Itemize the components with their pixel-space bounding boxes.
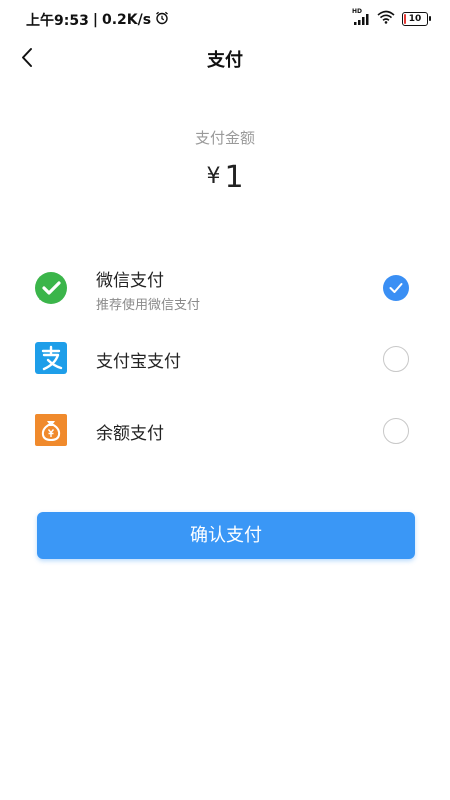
battery-level: 10 — [408, 13, 422, 24]
balance-wallet-icon — [35, 414, 67, 446]
radio-alipay[interactable] — [383, 346, 409, 372]
wechat-icon — [35, 272, 67, 304]
alarm-icon — [155, 11, 169, 29]
payment-method-wechat[interactable]: 微信支付 推荐使用微信支付 — [0, 256, 450, 320]
wifi-icon — [377, 9, 395, 28]
payment-method-name: 余额支付 — [96, 424, 164, 444]
payment-method-balance[interactable]: 余额支付 — [0, 398, 450, 462]
battery-icon: 10 — [402, 11, 431, 26]
amount-value: 1 — [224, 160, 244, 195]
payment-method-name: 支付宝支付 — [96, 352, 181, 372]
battery-fill — [404, 13, 407, 24]
confirm-payment-button[interactable]: 确认支付 — [37, 512, 415, 559]
amount-label: 支付金额 — [194, 129, 255, 147]
payment-method-name: 微信支付 — [96, 271, 164, 291]
radio-wechat-selected[interactable] — [383, 275, 409, 301]
payment-method-alipay[interactable]: 支付宝支付 — [0, 326, 450, 390]
payment-method-subtitle: 推荐使用微信支付 — [96, 298, 201, 313]
amount-display: ¥1 — [0, 160, 450, 195]
signal-icon: HD — [352, 8, 370, 26]
page-title: 支付 — [207, 50, 243, 71]
currency-symbol: ¥ — [206, 164, 221, 189]
status-bar: 上午9:53 | 0.2K/s HD 10 — [0, 0, 450, 36]
status-left: 上午9:53 | 0.2K/s — [26, 10, 169, 30]
nav-bar: 支付 — [0, 36, 450, 80]
status-time: 上午9:53 — [26, 13, 89, 29]
status-separator: | — [92, 12, 98, 28]
radio-balance[interactable] — [383, 418, 409, 444]
status-right: HD 10 — [352, 8, 431, 28]
checkmark-icon — [389, 283, 403, 293]
network-speed: 0.2K/s — [101, 12, 152, 28]
alipay-icon — [35, 342, 67, 374]
